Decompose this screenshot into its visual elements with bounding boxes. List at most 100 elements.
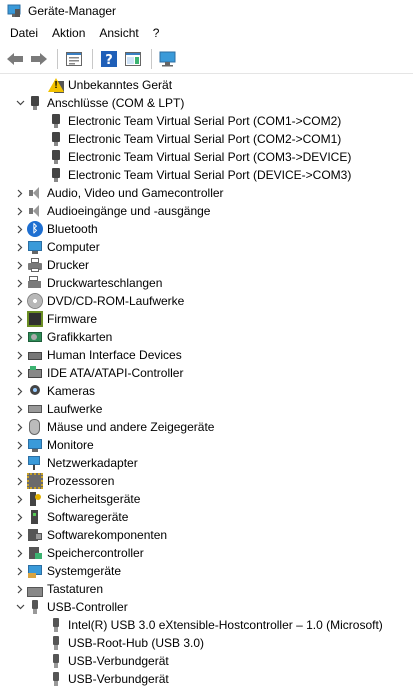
svg-text:?: ? — [105, 53, 113, 67]
tree-category[interactable]: Firmware — [0, 310, 413, 328]
chevron-right-icon[interactable] — [13, 310, 27, 328]
processor-icon — [27, 473, 43, 489]
chevron-right-icon[interactable] — [13, 418, 27, 436]
chevron-right-icon[interactable] — [13, 454, 27, 472]
tree-item-label: Unbekanntes Gerät — [68, 78, 173, 92]
window-title: Geräte-Manager — [28, 4, 117, 18]
tree-category[interactable]: IDE ATA/ATAPI-Controller — [0, 364, 413, 382]
tree-category[interactable]: Druckwarteschlangen — [0, 274, 413, 292]
chevron-right-icon[interactable] — [13, 292, 27, 310]
tree-item-label: Druckwarteschlangen — [47, 276, 163, 290]
tree-device[interactable]: ! Unbekanntes Gerät — [0, 76, 413, 94]
properties-button[interactable] — [63, 48, 85, 70]
chevron-right-icon[interactable] — [13, 526, 27, 544]
tree-category[interactable]: Softwarekomponenten — [0, 526, 413, 544]
usb-icon — [48, 653, 64, 669]
tree-item-label: Grafikkarten — [47, 330, 113, 344]
tree-category[interactable]: Drucker — [0, 256, 413, 274]
computer-icon — [27, 239, 43, 255]
action-pane-button[interactable] — [122, 48, 144, 70]
tree-device[interactable]: USB-Root-Hub (USB 3.0) — [0, 634, 413, 652]
tree-category[interactable]: Systemgeräte — [0, 562, 413, 580]
chevron-right-icon[interactable] — [13, 580, 27, 598]
tree-category[interactable]: Speichercontroller — [0, 544, 413, 562]
scan-hardware-button[interactable] — [157, 48, 179, 70]
action-pane-icon — [125, 51, 141, 66]
chevron-right-icon[interactable] — [13, 562, 27, 580]
hid-icon — [27, 347, 43, 363]
tree-device[interactable]: Electronic Team Virtual Serial Port (COM… — [0, 130, 413, 148]
tree-item-label: Softwaregeräte — [47, 510, 129, 524]
chevron-right-icon[interactable] — [13, 382, 27, 400]
tree-category[interactable]: Laufwerke — [0, 400, 413, 418]
tree-item-label: DVD/CD-ROM-Laufwerke — [47, 294, 185, 308]
tree-item-label: Netzwerkadapter — [47, 456, 138, 470]
menu-help[interactable]: ? — [146, 23, 167, 43]
tree-device[interactable]: Intel(R) USB 3.0 eXtensible-Hostcontroll… — [0, 616, 413, 634]
tree-category[interactable]: Softwaregeräte — [0, 508, 413, 526]
keyboard-icon — [27, 587, 43, 597]
firmware-chip-icon — [27, 311, 43, 327]
chevron-right-icon[interactable] — [13, 436, 27, 454]
menu-ansicht[interactable]: Ansicht — [92, 23, 145, 43]
tree-device[interactable]: Electronic Team Virtual Serial Port (DEV… — [0, 166, 413, 184]
usb-icon — [48, 617, 64, 633]
usb-icon — [48, 671, 64, 687]
chevron-down-icon[interactable] — [13, 94, 27, 112]
storage-controller-icon — [27, 545, 43, 561]
tree-item-label: Softwarekomponenten — [47, 528, 168, 542]
chevron-right-icon[interactable] — [13, 274, 27, 292]
tree-device[interactable]: USB-Verbundgerät — [0, 652, 413, 670]
chevron-right-icon[interactable] — [13, 202, 27, 220]
tree-category[interactable]: Audio, Video und Gamecontroller — [0, 184, 413, 202]
tree-item-label: USB-Controller — [47, 600, 128, 614]
forward-arrow-icon — [31, 52, 47, 65]
tree-category[interactable]: USB-Controller — [0, 598, 413, 616]
chevron-right-icon[interactable] — [13, 364, 27, 382]
chevron-right-icon[interactable] — [13, 472, 27, 490]
chevron-right-icon[interactable] — [13, 490, 27, 508]
menu-aktion[interactable]: Aktion — [45, 23, 92, 43]
chevron-right-icon[interactable] — [13, 508, 27, 526]
tree-item-label: Bluetooth — [47, 222, 98, 236]
chevron-right-icon[interactable] — [13, 238, 27, 256]
tree-device[interactable]: USB-Verbundgerät — [0, 670, 413, 688]
tree-category[interactable]: Kameras — [0, 382, 413, 400]
printer-icon — [27, 257, 43, 273]
tree-category[interactable]: Tastaturen — [0, 580, 413, 598]
forward-button[interactable] — [28, 48, 50, 70]
tree-category[interactable]: Grafikkarten — [0, 328, 413, 346]
chevron-right-icon[interactable] — [13, 544, 27, 562]
chevron-right-icon[interactable] — [13, 328, 27, 346]
chevron-right-icon[interactable] — [13, 256, 27, 274]
tree-category[interactable]: Computer — [0, 238, 413, 256]
tree-item-label: Intel(R) USB 3.0 eXtensible-Hostcontroll… — [68, 618, 383, 632]
toolbar-separator — [92, 48, 93, 69]
tree-device[interactable]: Electronic Team Virtual Serial Port (COM… — [0, 112, 413, 130]
chevron-down-icon[interactable] — [13, 598, 27, 616]
tree-category[interactable]: Netzwerkadapter — [0, 454, 413, 472]
chevron-right-icon[interactable] — [13, 400, 27, 418]
tree-category[interactable]: Audioeingänge und -ausgänge — [0, 202, 413, 220]
title-bar: Geräte-Manager — [0, 0, 413, 22]
help-button[interactable]: ? — [98, 48, 120, 70]
tree-category[interactable]: Mäuse und andere Zeigegeräte — [0, 418, 413, 436]
tree-device[interactable]: Electronic Team Virtual Serial Port (COM… — [0, 148, 413, 166]
software-device-icon — [27, 509, 43, 525]
tree-category[interactable]: ᛒ Bluetooth — [0, 220, 413, 238]
tree-category[interactable]: DVD/CD-ROM-Laufwerke — [0, 292, 413, 310]
tree-category[interactable]: Anschlüsse (COM & LPT) — [0, 94, 413, 112]
tree-category[interactable]: Human Interface Devices — [0, 346, 413, 364]
tree-category[interactable]: Sicherheitsgeräte — [0, 490, 413, 508]
tree-item-label: USB-Verbundgerät — [68, 672, 169, 686]
back-button[interactable] — [4, 48, 26, 70]
tree-category[interactable]: Prozessoren — [0, 472, 413, 490]
chevron-right-icon[interactable] — [13, 184, 27, 202]
port-icon — [48, 149, 64, 165]
ide-controller-icon — [27, 365, 43, 381]
chevron-right-icon[interactable] — [13, 346, 27, 364]
menu-datei[interactable]: Datei — [3, 23, 45, 43]
chevron-right-icon[interactable] — [13, 220, 27, 238]
tree-category[interactable]: Monitore — [0, 436, 413, 454]
back-arrow-icon — [7, 52, 23, 65]
